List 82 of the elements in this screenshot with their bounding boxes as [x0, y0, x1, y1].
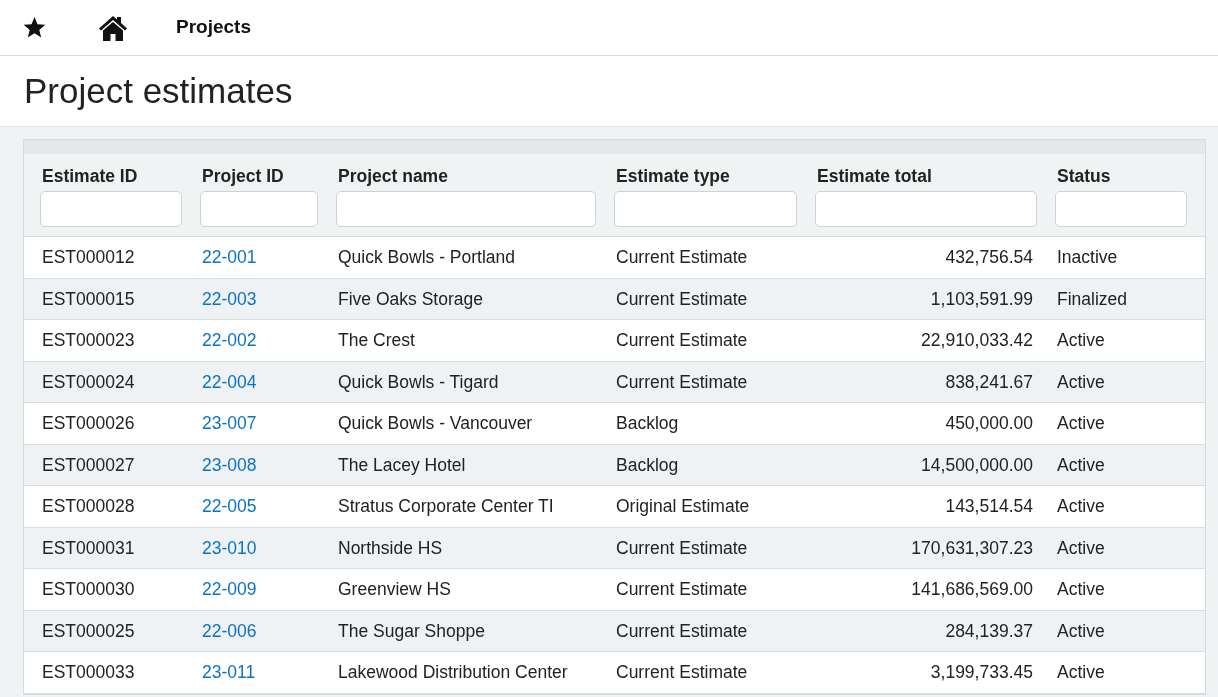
- table-cell-text: Inactive: [1056, 246, 1119, 270]
- table-cell-text: Active: [1056, 453, 1106, 477]
- table-cell-text: Current Estimate: [615, 246, 749, 270]
- table-cell-text: EST000012: [41, 246, 136, 270]
- star-icon[interactable]: [23, 16, 46, 39]
- filter-field[interactable]: [40, 191, 182, 227]
- table-cell-text: 838,241.67: [944, 370, 1034, 394]
- table-cell-text: 3,199,733.45: [929, 661, 1034, 685]
- project-link[interactable]: 22-002: [202, 330, 257, 351]
- table-cell-text: The Lacey Hotel: [337, 453, 467, 477]
- table-cell-text: Current Estimate: [615, 370, 749, 394]
- table-cell-text: Greenview HS: [337, 578, 452, 602]
- table-cell-text: 1,103,591.99: [929, 287, 1034, 311]
- table-cell-text: Backlog: [615, 453, 680, 477]
- table-cell-text: Active: [1056, 661, 1106, 685]
- table-cell-text: EST000024: [41, 370, 136, 394]
- table-cell-text: 450,000.00: [944, 412, 1034, 436]
- table-cell-text: EST000030: [41, 578, 136, 602]
- table-cell-text: Quick Bowls - Portland: [337, 246, 516, 270]
- table-cell-text: 170,631,307.23: [910, 536, 1034, 560]
- project-link[interactable]: 22-006: [202, 620, 257, 641]
- table-cell-text: 22,910,033.42: [920, 329, 1034, 353]
- table-cell-text: Active: [1056, 495, 1106, 519]
- table-cell-text: EST000023: [41, 329, 136, 353]
- column-header[interactable]: Status: [1057, 166, 1205, 186]
- table-cell-text: Current Estimate: [615, 619, 749, 643]
- table-cell-text: Finalized: [1056, 287, 1129, 311]
- table-cell-text: Active: [1056, 329, 1106, 353]
- column-header[interactable]: Estimate total: [817, 166, 1055, 186]
- table-cell-text: Backlog: [615, 412, 680, 436]
- table-cell-text: Active: [1056, 536, 1106, 560]
- table-cell-text: Active: [1056, 412, 1106, 436]
- table-cell-text: 143,514.54: [944, 495, 1034, 519]
- projects-link[interactable]: Projects: [176, 13, 251, 42]
- project-link[interactable]: 23-007: [202, 413, 257, 434]
- table-cell-text: EST000026: [41, 412, 136, 436]
- table-cell-text: Five Oaks Storage: [337, 287, 484, 311]
- project-link[interactable]: 22-005: [202, 496, 257, 517]
- filter-field[interactable]: [336, 191, 596, 227]
- project-link[interactable]: 22-001: [202, 247, 257, 268]
- table-cell-text: Original Estimate: [615, 495, 751, 519]
- table-cell-text: EST000015: [41, 287, 136, 311]
- table-cell-text: EST000028: [41, 495, 136, 519]
- table-cell-text: Quick Bowls - Tigard: [337, 370, 500, 394]
- page-title: Project estimates: [24, 70, 293, 112]
- table-cell-text: EST000033: [41, 661, 136, 685]
- table-cell-text: Current Estimate: [615, 329, 749, 353]
- project-link[interactable]: 22-003: [202, 288, 257, 309]
- table-cell-text: Current Estimate: [615, 661, 749, 685]
- table-cell-text: Active: [1056, 370, 1106, 394]
- filter-field[interactable]: [200, 191, 318, 227]
- table-cell-text: 141,686,569.00: [910, 578, 1034, 602]
- column-header[interactable]: Estimate ID: [42, 166, 200, 186]
- filter-field[interactable]: [614, 191, 797, 227]
- home-icon[interactable]: [98, 14, 128, 41]
- table-cell-text: Active: [1056, 619, 1106, 643]
- column-header[interactable]: Estimate type: [616, 166, 815, 186]
- project-link[interactable]: 22-004: [202, 371, 257, 392]
- table-cell-text: Current Estimate: [615, 287, 749, 311]
- table-cell-text: The Crest: [337, 329, 416, 353]
- project-link[interactable]: 23-010: [202, 537, 257, 558]
- table-cell-text: EST000027: [41, 453, 136, 477]
- table-cell-text: 14,500,000.00: [920, 453, 1034, 477]
- table-cell-text: Northside HS: [337, 536, 444, 560]
- project-link[interactable]: 23-008: [202, 454, 257, 475]
- filter-field[interactable]: [1055, 191, 1187, 227]
- table-cell-text: Lakewood Distribution Center: [337, 661, 569, 685]
- project-link[interactable]: 23-011: [202, 662, 256, 683]
- project-link[interactable]: 22-009: [202, 579, 257, 600]
- table-cell-text: 284,139.37: [944, 619, 1034, 643]
- table-cell-text: Quick Bowls - Vancouver: [337, 412, 534, 436]
- table-cell-text: Stratus Corporate Center TI: [337, 495, 555, 519]
- table-cell-text: The Sugar Shoppe: [337, 619, 486, 643]
- table-cell-text: EST000031: [41, 536, 136, 560]
- filter-field[interactable]: [815, 191, 1037, 227]
- table-cell-text: 432,756.54: [944, 246, 1034, 270]
- table-cell-text: EST000025: [41, 619, 136, 643]
- column-header[interactable]: Project ID: [202, 166, 336, 186]
- table-cell-text: Active: [1056, 578, 1106, 602]
- table-cell-text: Current Estimate: [615, 578, 749, 602]
- column-header[interactable]: Project name: [338, 166, 614, 186]
- table-cell-text: Current Estimate: [615, 536, 749, 560]
